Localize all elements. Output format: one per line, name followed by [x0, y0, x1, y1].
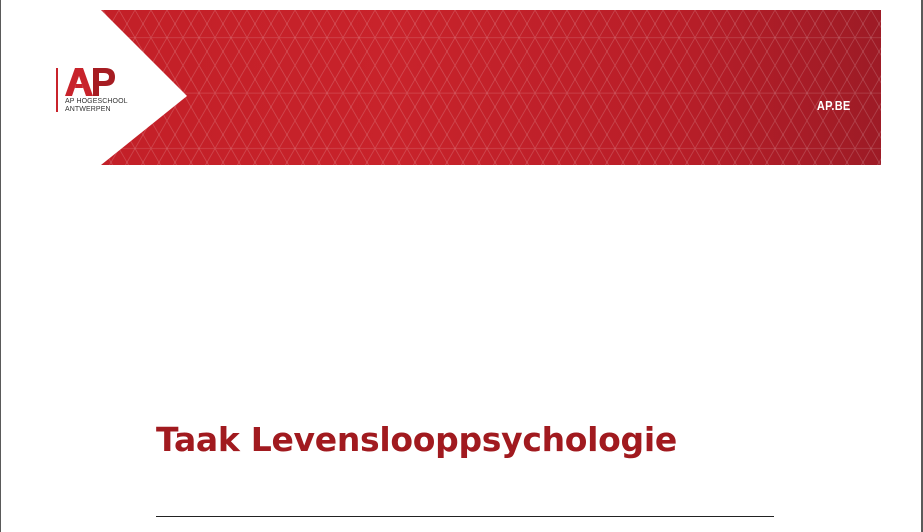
document-title: Taak Levenslooppsychologie: [156, 420, 677, 459]
document-page: AP.BE AP HOGESCHOOL ANTWERPEN Taak Leven…: [1, 0, 921, 532]
title-divider: [156, 516, 774, 517]
triangle-pattern: [71, 10, 881, 165]
logo-line-2: ANTWERPEN: [65, 105, 111, 113]
logo-wordmark: AP HOGESCHOOL ANTWERPEN: [65, 98, 128, 113]
logo-accent-bar: [56, 68, 58, 112]
ap-logo-mark: [65, 68, 115, 96]
ap-hogeschool-logo: AP HOGESCHOOL ANTWERPEN: [56, 68, 146, 118]
header-banner: AP.BE: [71, 10, 881, 165]
logo-line-1: AP HOGESCHOOL: [65, 98, 128, 105]
site-link-label[interactable]: AP.BE: [817, 98, 851, 113]
